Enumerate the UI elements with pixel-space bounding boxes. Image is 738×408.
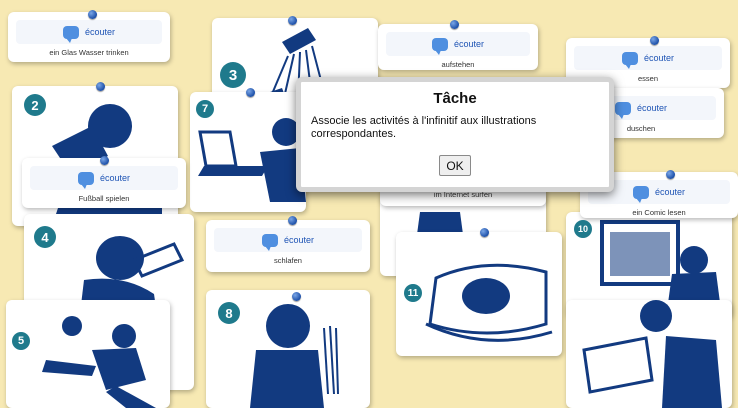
label-text: ein Glas Wasser trinken	[49, 48, 129, 57]
speech-bubble-icon	[632, 185, 649, 203]
listen-label: écouter	[643, 53, 675, 63]
speech-bubble-icon	[62, 25, 79, 43]
ok-button[interactable]: OK	[439, 155, 471, 176]
card-number-badge: 7	[196, 100, 214, 118]
listen-label: écouter	[283, 235, 315, 245]
label-text: Fußball spielen	[78, 194, 130, 203]
label-card-schlafen[interactable]: écouter schlafen	[206, 220, 370, 272]
pushpin-icon	[450, 20, 459, 29]
pushpin-icon	[480, 228, 489, 237]
label-card-glas[interactable]: écouter ein Glas Wasser trinken	[8, 12, 170, 62]
listen-button[interactable]: écouter	[386, 32, 530, 56]
card-number-badge: 3	[220, 62, 246, 88]
reading-silhouette	[582, 300, 722, 408]
speech-bubble-icon	[621, 51, 638, 69]
pushpin-icon	[96, 82, 105, 91]
illustration-card-5[interactable]: 5	[6, 300, 170, 408]
label-text: schlafen	[274, 256, 302, 265]
listen-button[interactable]: écouter	[30, 166, 178, 190]
listen-label: écouter	[654, 187, 686, 197]
speech-bubble-icon	[261, 233, 278, 251]
listen-label: écouter	[636, 103, 668, 113]
pushpin-icon	[100, 156, 109, 165]
illustration-card-11[interactable]: 11	[396, 232, 562, 356]
listen-label: écouter	[84, 27, 116, 37]
pushpin-icon	[246, 88, 255, 97]
card-number-badge: 11	[404, 284, 422, 302]
card-number-badge: 8	[218, 302, 240, 324]
dialog-title: Tâche	[433, 90, 477, 107]
pushpin-icon	[288, 216, 297, 225]
card-number-badge: 2	[24, 94, 46, 116]
pushpin-icon	[666, 170, 675, 179]
card-number-badge: 4	[34, 226, 56, 248]
label-card-fussball[interactable]: écouter Fußball spielen	[22, 158, 186, 208]
listen-label: écouter	[99, 173, 131, 183]
speech-bubble-icon	[431, 37, 448, 55]
listen-button[interactable]: écouter	[214, 228, 362, 252]
pushpin-icon	[650, 36, 659, 45]
speech-bubble-icon	[77, 171, 94, 189]
dialog-message: Associe les activités à l'infinitif aux …	[311, 115, 537, 140]
listen-label: écouter	[453, 39, 485, 49]
pushpin-icon	[88, 10, 97, 19]
pushpin-icon	[292, 292, 301, 301]
listen-button[interactable]: écouter	[16, 20, 162, 44]
football-silhouette	[42, 316, 156, 408]
label-text: ein Comic lesen	[632, 208, 686, 217]
card-number-badge: 5	[12, 332, 30, 350]
illustration-card-comics[interactable]	[566, 300, 732, 408]
label-text: aufstehen	[441, 60, 475, 69]
speech-bubble-icon	[614, 101, 631, 119]
label-card-aufstehen[interactable]: écouter aufstehen	[378, 24, 538, 70]
listen-button[interactable]: écouter	[574, 46, 722, 70]
card-number-badge: 10	[574, 220, 592, 238]
illustration-card-7[interactable]: 7	[190, 92, 306, 212]
pushpin-icon	[288, 16, 297, 25]
task-dialog: Tâche Associe les activités à l'infiniti…	[296, 77, 614, 192]
illustration-card-8[interactable]: 8	[206, 290, 370, 408]
